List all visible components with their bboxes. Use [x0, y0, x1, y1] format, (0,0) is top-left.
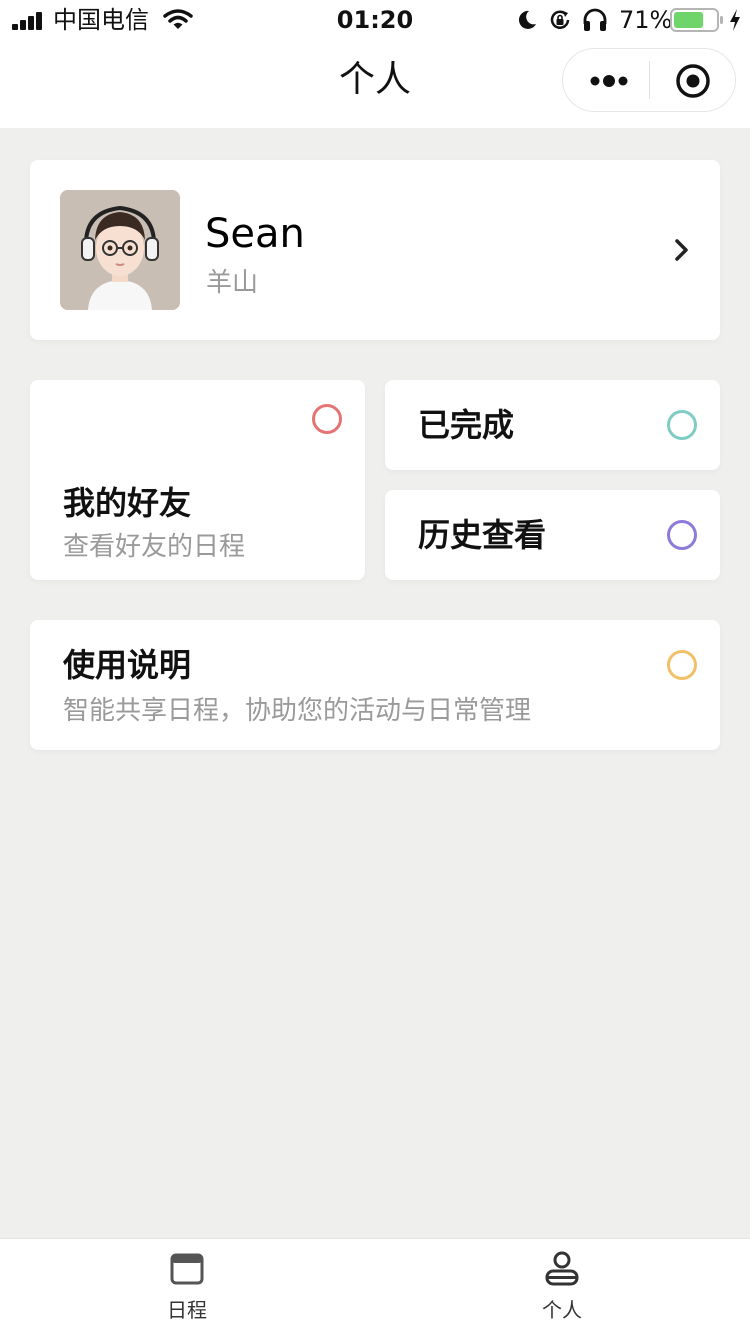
status-bar: 中国电信 01:20 71% [0, 0, 750, 40]
friends-title: 我的好友 [63, 484, 192, 522]
nav-bar: 个人 [0, 40, 750, 128]
tab-schedule[interactable]: 日程 [87, 1239, 287, 1334]
battery-icon [670, 8, 723, 32]
calendar-icon [170, 1253, 204, 1285]
capsule-divider [649, 61, 650, 99]
tab-bar: 日程 个人 [0, 1238, 750, 1334]
tab-schedule-label: 日程 [167, 1298, 207, 1322]
profile-card[interactable]: Sean 羊山 [30, 160, 720, 340]
headphones-icon [583, 8, 607, 31]
user-name: Sean [205, 211, 305, 257]
history-ring-icon [667, 520, 697, 550]
guide-ring-icon [667, 650, 697, 680]
rotation-lock-icon [550, 10, 570, 29]
person-icon [545, 1251, 579, 1286]
avatar[interactable] [60, 190, 180, 310]
user-subtitle: 羊山 [206, 268, 259, 298]
guide-subtitle: 智能共享日程，协助您的活动与日常管理 [63, 696, 532, 726]
friends-card[interactable]: 我的好友 查看好友的日程 [30, 380, 365, 580]
mini-program-capsule [562, 48, 736, 112]
friends-ring-icon [312, 404, 342, 434]
friends-subtitle: 查看好友的日程 [63, 532, 246, 562]
tab-me[interactable]: 个人 [462, 1239, 662, 1334]
completed-ring-icon [667, 410, 697, 440]
completed-card[interactable]: 已完成 [385, 380, 720, 470]
guide-title: 使用说明 [63, 646, 192, 684]
history-card[interactable]: 历史查看 [385, 490, 720, 580]
chevron-right-icon[interactable] [672, 236, 692, 264]
battery-percent: 71% [619, 6, 673, 34]
moon-icon [518, 10, 536, 29]
target-icon[interactable] [675, 63, 711, 99]
guide-card[interactable]: 使用说明 智能共享日程，协助您的活动与日常管理 [30, 620, 720, 750]
more-dots-icon[interactable] [589, 71, 629, 91]
completed-title: 已完成 [418, 406, 515, 444]
history-title: 历史查看 [418, 516, 547, 554]
avatar-illustration [60, 190, 180, 310]
tab-me-label: 个人 [542, 1298, 582, 1322]
charging-icon [730, 9, 740, 31]
